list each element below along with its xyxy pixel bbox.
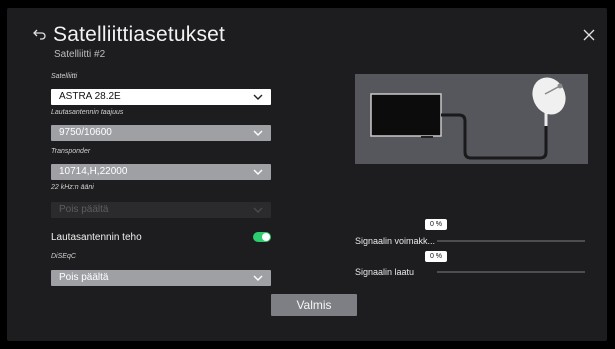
signal-strength-bar bbox=[437, 240, 585, 242]
signal-quality-bar bbox=[437, 271, 585, 273]
signal-strength-label: Signaalin voimakk... bbox=[355, 236, 436, 246]
chevron-down-icon bbox=[253, 94, 263, 100]
transponder-value: 10714,H,22000 bbox=[59, 166, 128, 177]
lnb-power-toggle[interactable] bbox=[253, 232, 271, 242]
lnb-power-label: Lautasantennin teho bbox=[51, 232, 142, 243]
close-icon[interactable] bbox=[582, 28, 596, 42]
satellite-settings-dialog: Satelliittiasetukset Satelliitti #2 Sate… bbox=[7, 8, 607, 341]
lnb-frequency-value: 9750/10600 bbox=[59, 127, 112, 138]
back-arrow-icon[interactable] bbox=[33, 27, 47, 41]
transponder-label: Transponder bbox=[51, 148, 91, 155]
tone-22khz-select: Pois päältä bbox=[51, 202, 271, 218]
tone-22khz-value: Pois päältä bbox=[59, 204, 109, 215]
signal-quality-label: Signaalin laatu bbox=[355, 267, 415, 277]
page-title: Satelliittiasetukset bbox=[53, 23, 226, 46]
diseqc-label: DiSEqC bbox=[51, 253, 76, 260]
diseqc-value: Pois päältä bbox=[59, 272, 109, 283]
chevron-down-icon bbox=[253, 275, 263, 281]
lnb-frequency-select[interactable]: 9750/10600 bbox=[51, 125, 271, 141]
satellite-label: Satelliitti bbox=[51, 73, 78, 80]
page-subtitle: Satelliitti #2 bbox=[54, 49, 106, 60]
done-button[interactable]: Valmis bbox=[271, 294, 357, 316]
signal-quality-percent: 0 % bbox=[425, 251, 447, 262]
transponder-select[interactable]: 10714,H,22000 bbox=[51, 164, 271, 180]
satellite-select[interactable]: ASTRA 28.2E bbox=[51, 89, 271, 105]
satellite-value: ASTRA 28.2E bbox=[59, 91, 121, 102]
tv-icon bbox=[370, 93, 442, 137]
chevron-down-icon bbox=[253, 207, 263, 213]
signal-strength-percent: 0 % bbox=[425, 219, 447, 230]
lnb-frequency-label: Lautasantennin taajuus bbox=[51, 109, 124, 116]
tone-22khz-label: 22 kHz:n ääni bbox=[51, 184, 94, 191]
toggle-knob bbox=[262, 233, 270, 241]
diseqc-select[interactable]: Pois päältä bbox=[51, 270, 271, 286]
chevron-down-icon bbox=[253, 130, 263, 136]
chevron-down-icon bbox=[253, 169, 263, 175]
tv-dish-illustration bbox=[355, 74, 588, 164]
